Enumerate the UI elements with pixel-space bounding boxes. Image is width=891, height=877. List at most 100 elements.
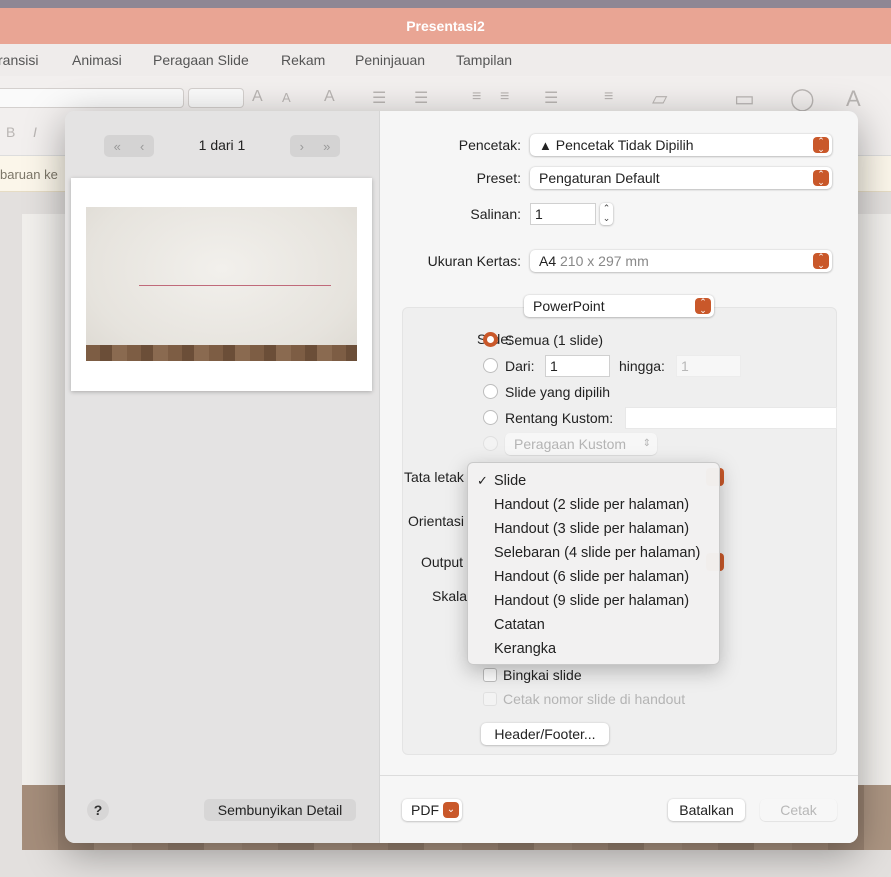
chevron-updown-icon: ⌃ ⌄ [813,170,829,187]
slide-title-line [139,285,331,286]
slides-custom-range-label: Rentang Kustom: [505,410,614,426]
tab-animasi[interactable]: Animasi [72,52,122,68]
dialog-footer: PDF ⌄ Batalkan Cetak [380,775,858,843]
print-button[interactable]: Cetak [760,799,837,821]
help-button[interactable]: ? [87,799,109,821]
convert-smartart-icon[interactable]: ▱ [652,86,667,111]
slides-to-input[interactable]: 1 [676,355,741,377]
layout-option-handout-6[interactable]: Handout (6 slide per halaman) [468,565,719,589]
italic-icon[interactable]: I [33,124,37,140]
tab-rekam[interactable]: Rekam [281,52,325,68]
tab-peninjauan[interactable]: Peninjauan [355,52,425,68]
text-box-icon[interactable]: A [846,86,861,112]
slides-to-label: hingga: [619,358,665,374]
line-spacing-icon[interactable]: ☰ [544,88,558,108]
window-titlebar: Presentasi2 [0,0,891,44]
frame-slides-label: Bingkai slide [503,667,582,683]
window-title: Presentasi2 [406,18,485,34]
paper-size-label: Ukuran Kertas: [427,253,521,269]
chevron-down-icon: ⌄ [443,802,459,818]
shapes-icon[interactable]: ◯ [790,86,815,112]
next-last-page-buttons: › » [290,135,340,157]
font-name-select[interactable] [0,88,184,108]
slides-all-radio[interactable] [483,332,498,347]
numbering-icon[interactable]: ☰ [414,88,428,108]
copies-input[interactable]: 1 [530,203,596,225]
grow-font-icon[interactable]: A [252,88,263,106]
bold-icon[interactable]: B [6,124,15,140]
layout-option-label: Selebaran (4 slide per halaman) [494,545,701,561]
printer-select[interactable]: ▲ Pencetak Tidak Dipilih ⌃ ⌄ [530,134,832,156]
header-footer-button[interactable]: Header/Footer... [481,723,609,745]
tab-tampilan[interactable]: Tampilan [456,52,512,68]
cancel-button[interactable]: Batalkan [668,799,745,821]
tab-peragaan-slide[interactable]: Peragaan Slide [153,52,249,68]
layout-option-handout-9[interactable]: Handout (9 slide per halaman) [468,589,719,613]
pdf-menu-button[interactable]: PDF ⌄ [402,799,462,821]
next-page-icon[interactable]: › [300,139,304,154]
layout-option-label: Handout (3 slide per halaman) [494,521,690,537]
layout-option-label: Catatan [494,617,545,633]
slides-custom-range-radio[interactable] [483,410,498,425]
layout-option-label: Handout (9 slide per halaman) [494,593,690,609]
last-page-icon[interactable]: » [323,139,330,154]
layout-option-label: Handout (6 slide per halaman) [494,569,690,585]
print-slide-numbers-label: Cetak nomor slide di handout [503,691,686,707]
bullets-icon[interactable]: ☰ [372,88,386,108]
slides-from-label: Dari: [505,358,535,374]
copies-label: Salinan: [470,206,521,222]
print-slide-numbers-checkbox[interactable] [483,692,497,706]
paper-size-select[interactable]: A4 210 x 297 mm ⌃ ⌄ [530,250,832,272]
printer-value: Pencetak Tidak Dipilih [555,137,694,153]
chevron-updown-icon: ⌃ ⌄ [695,298,711,315]
preset-value: Pengaturan Default [539,170,660,186]
paper-size-detail: 210 x 297 mm [560,253,649,269]
layout-option-outline[interactable]: Kerangka [468,637,719,661]
slide-thumbnail [86,207,357,361]
chevron-updown-icon: ⌃ ⌄ [813,253,829,270]
layout-option-handout-2[interactable]: Handout (2 slide per halaman) [468,493,719,517]
chevron-updown-icon: ⌃ ⌄ [813,137,829,154]
tab-transisi[interactable]: ransisi [0,52,38,68]
slides-from-input[interactable]: 1 [545,355,610,377]
page-preview [71,178,372,391]
shrink-font-icon[interactable]: A [282,90,291,105]
ribbon-tabs: ransisi Animasi Peragaan Slide Rekam Pen… [0,44,891,76]
pdf-label: PDF [411,802,439,818]
layout-option-label: Kerangka [494,641,557,657]
printer-label: Pencetak: [458,137,521,153]
slides-custom-show-radio[interactable] [483,436,498,451]
scale-label: Skala [432,588,468,604]
layout-option-slide[interactable]: ✓ Slide [468,469,719,493]
chevron-updown-icon: ⇕ [642,438,651,449]
layout-label: Tata letak [404,469,464,485]
slide-floor [86,345,357,361]
preset-label: Preset: [476,170,521,186]
section-select[interactable]: PowerPoint ⌃ ⌄ [524,295,714,317]
orientation-label: Orientasi [408,513,465,529]
layout-option-handout-3[interactable]: Handout (3 slide per halaman) [468,517,719,541]
slides-from-radio[interactable] [483,358,498,373]
increase-indent-icon[interactable]: ≡ [500,88,509,106]
preview-pane: « ‹ 1 dari 1 › » ? Sembunyikan Detail [65,111,379,843]
decrease-indent-icon[interactable]: ≡ [472,88,481,106]
warning-icon: ▲ [539,138,552,153]
custom-show-value: Peragaan Kustom [514,436,627,452]
layout-option-handout-4[interactable]: Selebaran (4 slide per halaman) [468,541,719,565]
preset-select[interactable]: Pengaturan Default ⌃ ⌄ [530,167,832,189]
slides-all-label: Semua (1 slide) [505,332,604,348]
frame-slides-checkbox[interactable] [483,668,497,682]
hide-details-button[interactable]: Sembunyikan Detail [204,799,356,821]
paper-size-value: A4 [539,253,557,269]
slides-selected-label: Slide yang dipilih [505,384,611,400]
layout-option-label: Slide [494,473,527,489]
slides-selected-radio[interactable] [483,384,498,399]
align-icon[interactable]: ≡ [604,88,613,106]
layout-option-notes[interactable]: Catatan [468,613,719,637]
copies-stepper[interactable]: ⌃ ⌄ [600,203,613,225]
custom-range-input[interactable] [625,407,837,429]
clear-format-icon[interactable]: A [324,88,335,106]
picture-icon[interactable]: ▭ [734,86,755,112]
font-size-select[interactable] [188,88,244,108]
custom-show-select[interactable]: Peragaan Kustom ⇕ [505,433,657,455]
